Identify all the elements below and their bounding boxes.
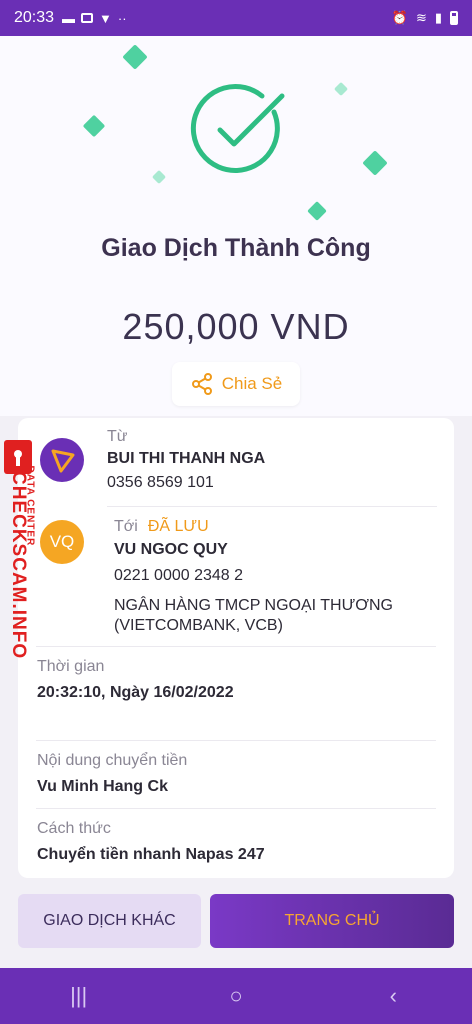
success-header: Giao Dịch Thành Công 250,000 VND Chia Sẻ xyxy=(0,36,472,416)
time-label: Thời gian xyxy=(37,658,105,675)
share-label: Chia Sẻ xyxy=(221,374,283,393)
page-title: Giao Dịch Thành Công xyxy=(101,234,371,262)
action-bar: GIAO DỊCH KHÁC TRANG CHỦ xyxy=(0,880,472,968)
sparkle-icon xyxy=(362,150,388,176)
content-value: Vu Minh Hang Ck xyxy=(37,778,168,795)
back-icon[interactable]: ‹ xyxy=(333,983,453,1009)
more-icon: ·· xyxy=(117,10,127,26)
success-check-icon xyxy=(190,82,286,178)
battery-icon xyxy=(450,11,458,25)
receiver-label: Tới xyxy=(114,518,138,535)
receiver-name: VU NGOC QUY xyxy=(114,541,228,558)
image-icon xyxy=(81,13,94,23)
method-value: Chuyển tiền nhanh Napas 247 xyxy=(37,846,265,863)
receiver-avatar: VQ xyxy=(40,520,84,564)
bank-logo-icon xyxy=(51,449,75,473)
other-transaction-button[interactable]: GIAO DỊCH KHÁC xyxy=(18,894,201,948)
sender-avatar xyxy=(40,438,84,482)
receiver-bank-line1: NGÂN HÀNG TMCP NGOẠI THƯƠNG xyxy=(114,597,393,614)
status-bar: 20:33 ▬ ▼ ·· ⏰ ≋ ▮ xyxy=(0,0,472,36)
sparkle-icon xyxy=(307,201,327,221)
receiver-bank-line2: (VIETCOMBANK, VCB) xyxy=(114,617,283,634)
share-button[interactable]: Chia Sẻ xyxy=(172,362,300,406)
saved-badge: ĐÃ LƯU xyxy=(147,518,209,535)
time-value: 20:32:10, Ngày 16/02/2022 xyxy=(37,684,234,701)
sparkle-icon xyxy=(333,81,349,97)
system-nav-bar: ||| ○ ‹ xyxy=(0,968,472,1024)
sender-label: Từ xyxy=(107,428,128,445)
sender-name: BUI THI THANH NGA xyxy=(107,450,266,467)
alarm-icon: ⏰ xyxy=(391,10,408,25)
home-nav-icon[interactable]: ○ xyxy=(176,983,296,1009)
transaction-amount: 250,000 VND xyxy=(122,306,350,347)
sender-phone: 0356 8569 101 xyxy=(107,474,214,491)
receiver-account: 0221 0000 2348 2 xyxy=(114,567,244,584)
download-icon: ▼ xyxy=(99,10,112,26)
watermark: DATA CENTER CHECKSCAM.INFO xyxy=(0,440,44,670)
notification-icons: ▬ ▼ ·· xyxy=(62,11,127,26)
recents-icon[interactable]: ||| xyxy=(19,983,139,1009)
status-time: 20:33 xyxy=(14,9,55,26)
sparkle-icon xyxy=(122,44,148,70)
message-icon: ▬ xyxy=(62,10,76,26)
watermark-main: CHECKSCAM.INFO xyxy=(8,471,29,660)
method-label: Cách thức xyxy=(37,820,111,837)
sparkle-icon xyxy=(82,114,106,138)
content-label: Nội dung chuyển tiền xyxy=(37,752,188,769)
wifi-icon: ≋ xyxy=(415,10,427,25)
signal-icon: ▮ xyxy=(434,10,442,25)
home-button[interactable]: TRANG CHỦ xyxy=(210,894,454,948)
transaction-details-card: Từ BUI THI THANH NGA 0356 8569 101 VQ Tớ… xyxy=(18,418,454,878)
share-icon xyxy=(191,373,212,395)
sparkle-icon xyxy=(151,169,167,185)
